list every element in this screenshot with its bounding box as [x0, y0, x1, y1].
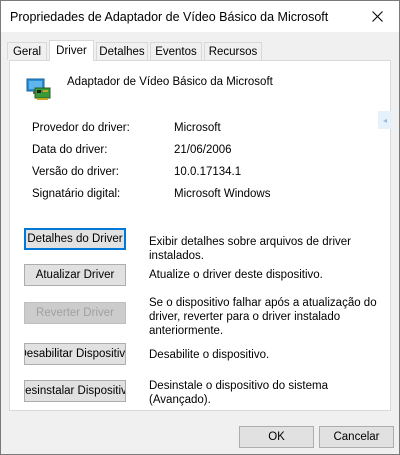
property-value: Microsoft	[174, 122, 221, 134]
uninstall-device-description: Desinstale o dispositivo do sistema (Ava…	[149, 380, 328, 406]
rollback-driver-button[interactable]: Reverter Driver	[24, 302, 126, 324]
tab-eventos[interactable]: Eventos	[150, 42, 202, 60]
disable-device-description: Desabilite o dispositivo.	[149, 349, 270, 361]
property-label: Signatário digital:	[32, 188, 121, 200]
tab-detalhes[interactable]: Detalhes	[96, 42, 148, 60]
tab-recursos[interactable]: Recursos	[204, 42, 262, 60]
tab-driver[interactable]: Driver	[49, 40, 94, 61]
update-driver-description: Atualize o driver deste dispositivo.	[149, 269, 323, 281]
uninstall-device-button[interactable]: Desinstalar Dispositivo	[24, 380, 126, 402]
title-bar: Propriedades de Adaptador de Vídeo Básic…	[1, 1, 399, 32]
scroll-hint-marker: ◂	[378, 111, 392, 129]
property-value: 21/06/2006	[174, 144, 232, 156]
update-driver-button[interactable]: Atualizar Driver	[24, 264, 126, 286]
disable-device-button[interactable]: Desabilitar Dispositivo	[24, 343, 126, 365]
property-value: 10.0.17134.1	[174, 166, 242, 178]
property-label: Versão do driver:	[32, 166, 119, 178]
property-label: Data do driver:	[32, 144, 108, 156]
tab-geral[interactable]: Geral	[7, 42, 47, 60]
properties-dialog: Propriedades de Adaptador de Vídeo Básic…	[0, 0, 400, 455]
driver-details-button[interactable]: Detalhes do Driver	[24, 228, 126, 250]
ok-button[interactable]: OK	[239, 426, 314, 448]
close-icon	[371, 11, 383, 22]
rollback-driver-description: Se o dispositivo falhar após a atualizaç…	[149, 297, 377, 337]
device-name: Adaptador de Vídeo Básico da Microsoft	[67, 76, 273, 88]
property-value: Microsoft Windows	[174, 188, 271, 200]
window-title: Propriedades de Adaptador de Vídeo Básic…	[10, 10, 329, 24]
property-label: Provedor do driver:	[32, 122, 130, 134]
driver-details-description: Exibir detalhes sobre arquivos de driver…	[149, 236, 351, 262]
display-adapter-icon	[26, 78, 51, 100]
close-button[interactable]	[355, 1, 399, 32]
cancel-button[interactable]: Cancelar	[319, 426, 394, 448]
